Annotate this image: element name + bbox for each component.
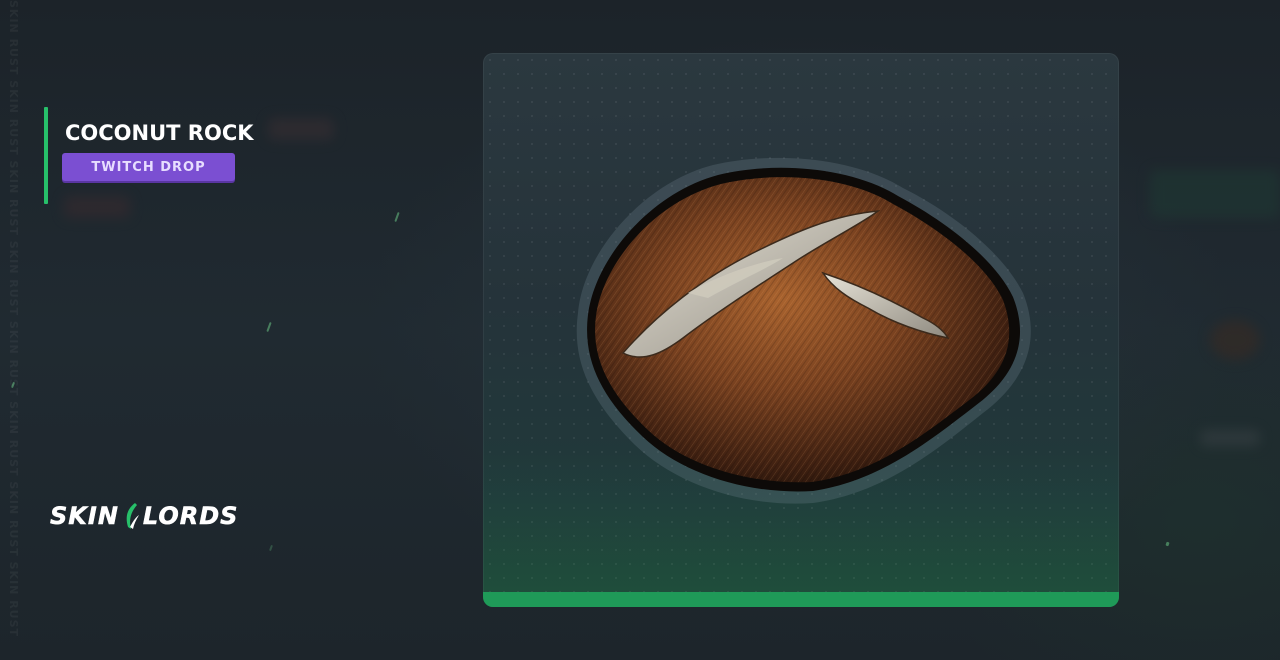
twitch-drop-badge: TWITCH DROP [62, 153, 235, 181]
spark-decoration [269, 544, 273, 552]
coconut-rock-icon [576, 157, 1031, 504]
blurred-background-shape [1150, 170, 1280, 218]
logo-text-left: SKIN [50, 502, 119, 531]
page-background: SKIN RUST SKIN RUST SKIN RUST SKIN RUST … [0, 0, 1280, 660]
item-title: COCONUT ROCK [65, 121, 254, 145]
badge-label: TWITCH DROP [91, 159, 206, 175]
logo-text-right: LORDS [142, 502, 239, 531]
skinlords-logo: SKIN LORDS [50, 500, 238, 532]
blurred-background-shape [1210, 320, 1260, 360]
spark-decoration [266, 321, 272, 333]
logo-blade-icon [126, 503, 139, 529]
card-rarity-bar [483, 592, 1119, 607]
side-watermark: SKIN RUST SKIN RUST SKIN RUST SKIN RUST … [7, 0, 20, 638]
spark-decoration [394, 211, 400, 223]
blurred-background-shape [1200, 430, 1260, 446]
blurred-background-shape [64, 196, 130, 218]
blurred-background-shape [268, 118, 334, 140]
item-preview-card [483, 53, 1119, 607]
title-accent-bar [44, 107, 48, 204]
spark-decoration [1165, 541, 1170, 547]
